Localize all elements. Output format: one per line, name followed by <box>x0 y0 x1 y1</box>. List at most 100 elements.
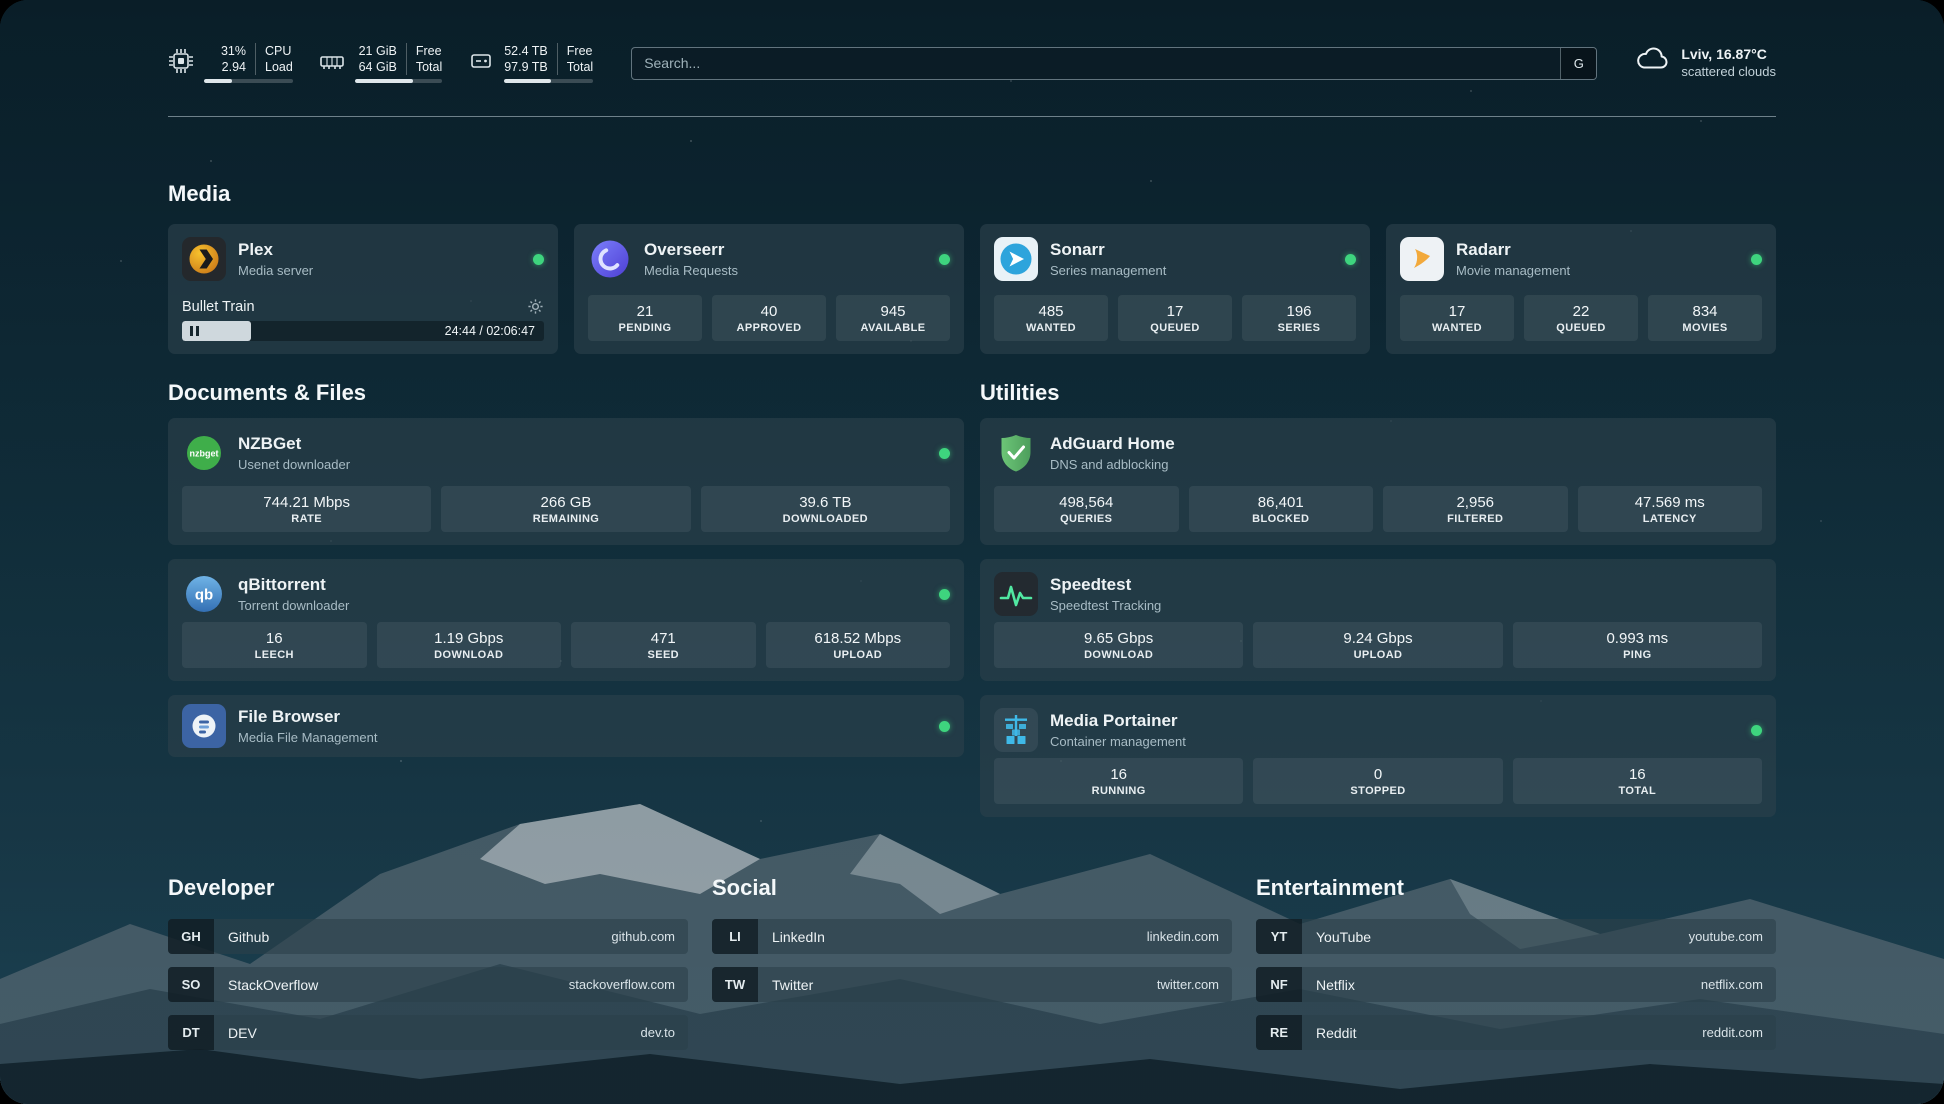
section-title-documents: Documents & Files <box>168 380 964 406</box>
section-title-entertainment: Entertainment <box>1256 875 1776 901</box>
stat-box: 0.993 ms PING <box>1513 622 1762 668</box>
youtube-icon: YT <box>1256 919 1302 954</box>
stat-value: 1.19 Gbps <box>434 630 503 647</box>
service-subtitle: Media server <box>238 263 313 278</box>
stat-value: 945 <box>880 303 905 320</box>
search-bar: G <box>631 47 1597 80</box>
stat-label: RUNNING <box>1092 785 1146 797</box>
stat-label: WANTED <box>1026 322 1076 334</box>
service-subtitle: Media File Management <box>238 730 377 745</box>
radarr-icon <box>1400 237 1444 281</box>
memory-free-label: Free <box>416 43 442 59</box>
bookmark-stackoverflow[interactable]: SO StackOverflow stackoverflow.com <box>168 967 688 1002</box>
bookmark-linkedin[interactable]: LI LinkedIn linkedin.com <box>712 919 1232 954</box>
bookmark-url: netflix.com <box>1701 977 1763 992</box>
playback-progress-bar[interactable]: 24:44 / 02:06:47 <box>182 321 544 341</box>
disk-icon <box>468 48 494 79</box>
stat-box: 744.21 Mbps RATE <box>182 486 431 532</box>
stat-label: SEED <box>647 649 679 661</box>
stat-label: MOVIES <box>1682 322 1727 334</box>
pause-icon[interactable] <box>190 326 199 336</box>
stackoverflow-icon: SO <box>168 967 214 1002</box>
service-card-speedtest[interactable]: Speedtest Speedtest Tracking 9.65 Gbps D… <box>980 559 1776 681</box>
stat-label: LEECH <box>255 649 294 661</box>
cloud-icon <box>1635 47 1671 79</box>
stat-label: PING <box>1623 649 1652 661</box>
bookmark-twitter[interactable]: TW Twitter twitter.com <box>712 967 1232 1002</box>
weather-condition: scattered clouds <box>1681 64 1776 81</box>
bookmark-github[interactable]: GH Github github.com <box>168 919 688 954</box>
nzbget-icon: nzbget <box>182 431 226 475</box>
stat-value: 39.6 TB <box>799 494 851 511</box>
media-card-grid: Plex Media server Bullet Train <box>168 224 1776 354</box>
stat-box: 86,401 BLOCKED <box>1189 486 1374 532</box>
service-card-qbittorrent[interactable]: qb qBittorrent Torrent downloader 16 LEE… <box>168 559 964 681</box>
bookmark-youtube[interactable]: YT YouTube youtube.com <box>1256 919 1776 954</box>
bookmark-dev[interactable]: DT DEV dev.to <box>168 1015 688 1050</box>
system-monitors: 31% 2.94 CPU Load <box>168 43 593 84</box>
memory-monitor: 21 GiB 64 GiB Free Total <box>319 43 442 84</box>
search-engine-button[interactable]: G <box>1560 48 1596 79</box>
bookmark-reddit[interactable]: RE Reddit reddit.com <box>1256 1015 1776 1050</box>
service-card-overseerr[interactable]: Overseerr Media Requests 21 PENDING 40 A… <box>574 224 964 354</box>
plex-icon <box>182 237 226 281</box>
stat-value: 0 <box>1374 766 1382 783</box>
status-dot <box>533 254 544 265</box>
service-name: NZBGet <box>238 434 350 454</box>
stat-label: DOWNLOADED <box>783 513 868 525</box>
header-divider <box>168 116 1776 117</box>
stat-value: 16 <box>266 630 283 647</box>
service-card-sonarr[interactable]: Sonarr Series management 485 WANTED 17 Q… <box>980 224 1370 354</box>
stat-label: RATE <box>291 513 322 525</box>
bookmarks-social: LI LinkedIn linkedin.com TW Twitter twit… <box>712 919 1232 1002</box>
stat-label: APPROVED <box>737 322 802 334</box>
utilities-column: AdGuard Home DNS and adblocking 498,564 … <box>980 418 1776 817</box>
service-name: Sonarr <box>1050 240 1166 260</box>
memory-progress-bar <box>355 79 442 83</box>
stat-value: 22 <box>1573 303 1590 320</box>
stat-label: PENDING <box>619 322 672 334</box>
service-card-nzbget[interactable]: nzbget NZBGet Usenet downloader 744.21 M… <box>168 418 964 545</box>
bookmarks-entertainment: YT YouTube youtube.com NF Netflix netfli… <box>1256 919 1776 1050</box>
service-card-radarr[interactable]: Radarr Movie management 17 WANTED 22 QUE… <box>1386 224 1776 354</box>
now-playing-title: Bullet Train <box>182 299 255 315</box>
bookmark-netflix[interactable]: NF Netflix netflix.com <box>1256 967 1776 1002</box>
overseerr-icon <box>588 237 632 281</box>
stat-label: DOWNLOAD <box>1084 649 1153 661</box>
stat-value: 196 <box>1286 303 1311 320</box>
stat-label: UPLOAD <box>1354 649 1403 661</box>
stat-box: 2,956 FILTERED <box>1383 486 1568 532</box>
stat-label: UPLOAD <box>833 649 882 661</box>
stat-box: 498,564 QUERIES <box>994 486 1179 532</box>
disk-progress-fill <box>504 79 551 83</box>
stat-box: 16 LEECH <box>182 622 367 668</box>
cpu-progress-fill <box>204 79 232 83</box>
bookmark-url: github.com <box>611 929 675 944</box>
search-input[interactable] <box>632 48 1560 79</box>
stat-box: 9.65 Gbps DOWNLOAD <box>994 622 1243 668</box>
service-card-filebrowser[interactable]: File Browser Media File Management <box>168 695 964 757</box>
service-name: Media Portainer <box>1050 711 1186 731</box>
stat-value: 9.24 Gbps <box>1343 630 1412 647</box>
cpu-load-label: Load <box>265 59 293 75</box>
service-subtitle: Series management <box>1050 263 1166 278</box>
gear-icon[interactable] <box>527 298 544 315</box>
disk-monitor: 52.4 TB 97.9 TB Free Total <box>468 43 593 84</box>
service-subtitle: Container management <box>1050 734 1186 749</box>
stat-box: 22 QUEUED <box>1524 295 1638 341</box>
service-card-plex[interactable]: Plex Media server Bullet Train <box>168 224 558 354</box>
service-card-adguard[interactable]: AdGuard Home DNS and adblocking 498,564 … <box>980 418 1776 545</box>
memory-total: 64 GiB <box>359 59 397 75</box>
stat-box: 471 SEED <box>571 622 756 668</box>
stat-label: SERIES <box>1278 322 1321 334</box>
section-title-social: Social <box>712 875 1232 901</box>
stat-box: 40 APPROVED <box>712 295 826 341</box>
stat-label: FILTERED <box>1447 513 1503 525</box>
service-card-portainer[interactable]: Media Portainer Container management 16 … <box>980 695 1776 817</box>
service-subtitle: Speedtest Tracking <box>1050 598 1161 613</box>
dashboard-page: 31% 2.94 CPU Load <box>0 0 1944 1104</box>
stat-box: 0 STOPPED <box>1253 758 1502 804</box>
stat-box: 17 QUEUED <box>1118 295 1232 341</box>
disk-progress-bar <box>504 79 593 83</box>
bookmark-name: Netflix <box>1316 977 1355 993</box>
